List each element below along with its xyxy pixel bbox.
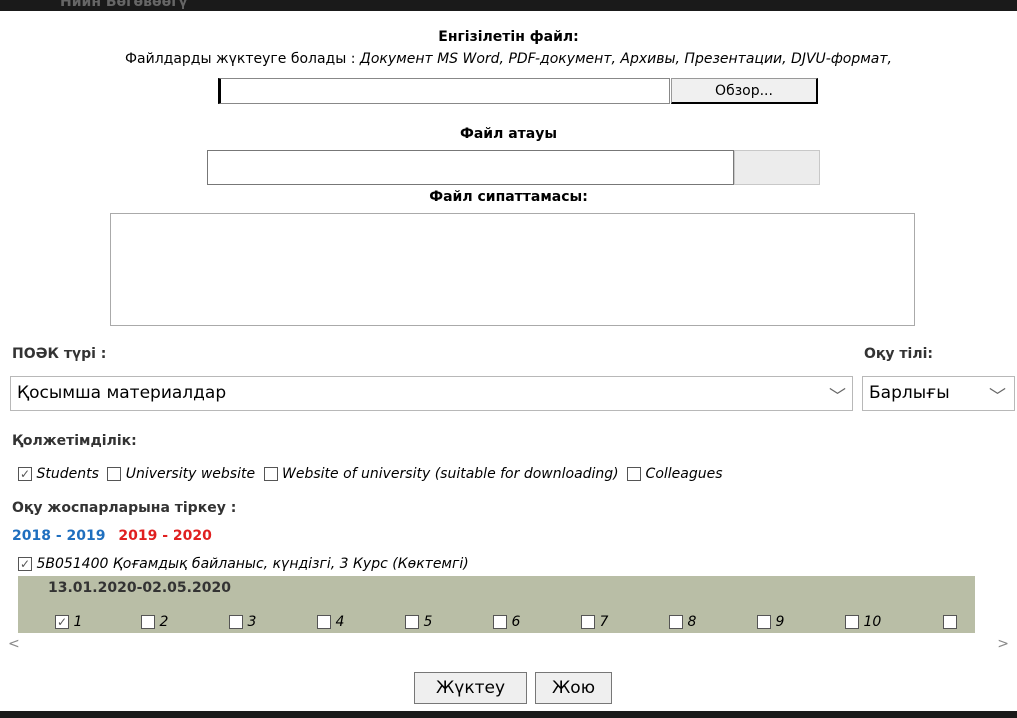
- access-checkbox-website-download[interactable]: [263, 467, 278, 481]
- week-item: 9: [757, 614, 784, 630]
- description-textarea[interactable]: [110, 213, 915, 326]
- allowed-types-line: Файлдарды жүктеуге болады : Документ MS …: [0, 51, 1017, 67]
- week-label: 8: [687, 614, 697, 630]
- week-checkbox[interactable]: [317, 615, 331, 629]
- week-label: 3: [247, 614, 257, 630]
- week-label: 10: [863, 614, 882, 630]
- access-checkbox-students[interactable]: ✓: [18, 467, 32, 481]
- week-label: 2: [159, 614, 169, 630]
- upload-button[interactable]: Жүктеу: [414, 672, 527, 704]
- week-item: 8: [669, 614, 696, 630]
- week-label: 5: [423, 614, 433, 630]
- program-label: 5В051400 Қоғамдық байланыс, күндізгі, 3 …: [36, 556, 469, 572]
- allowed-types-list: Документ MS Word, PDF-документ, Архивы, …: [359, 51, 892, 67]
- date-range: 13.01.2020-02.05.2020: [48, 580, 231, 596]
- year-link-2019[interactable]: 2019 - 2020: [118, 528, 212, 544]
- upload-title: Енгізілетін файл:: [438, 29, 579, 45]
- access-option-label: Colleagues: [645, 466, 723, 482]
- week-checkbox[interactable]: [757, 615, 771, 629]
- access-option-label: Website of university (suitable for down…: [281, 466, 619, 482]
- week-item: 6: [493, 614, 520, 630]
- poek-type-label: ПОӘК түрі :: [12, 346, 107, 362]
- scroll-right-icon[interactable]: >: [997, 636, 1009, 652]
- week-item: 7: [581, 614, 608, 630]
- program-checkbox[interactable]: ✓: [18, 557, 32, 571]
- chevron-down-icon: ﹀: [829, 387, 846, 407]
- week-label: 7: [599, 614, 609, 630]
- chevron-down-icon: ﹀: [989, 387, 1006, 407]
- access-options: ✓ Students University website Website of…: [18, 466, 727, 482]
- language-select[interactable]: Барлығы ﹀: [862, 376, 1015, 411]
- access-option-label: Students: [36, 466, 99, 482]
- week-checkbox[interactable]: [493, 615, 507, 629]
- file-name-label: Файл атауы: [459, 126, 558, 142]
- plans-label: Оқу жоспарларына тіркеу :: [12, 500, 237, 516]
- horizontal-scrollbar[interactable]: < >: [0, 636, 1017, 653]
- week-item: [943, 614, 957, 630]
- week-label: 4: [335, 614, 345, 630]
- description-label: Файл сипаттамасы:: [429, 189, 588, 205]
- access-checkbox-university-website[interactable]: [107, 467, 122, 481]
- poek-type-value: Қосымша материалдар: [17, 383, 227, 403]
- years-row: 2018 - 2019 2019 - 2020: [12, 528, 212, 544]
- bottom-bar: [0, 711, 1017, 718]
- week-checkbox[interactable]: ✓: [55, 615, 69, 629]
- delete-button[interactable]: Жою: [535, 672, 612, 704]
- allowed-types-label: Файлдарды жүктеуге болады :: [124, 51, 356, 67]
- week-checkbox[interactable]: [943, 615, 957, 629]
- file-path-field[interactable]: [218, 78, 670, 104]
- access-label: Қолжетімділік:: [12, 433, 137, 449]
- week-item: 3: [229, 614, 256, 630]
- week-checkbox[interactable]: [845, 615, 859, 629]
- week-label: 1: [73, 614, 83, 630]
- week-item: 4: [317, 614, 344, 630]
- week-item: 10: [845, 614, 881, 630]
- access-checkbox-colleagues[interactable]: [627, 467, 642, 481]
- file-name-addon: [734, 150, 820, 185]
- language-label: Оқу тілі:: [864, 346, 933, 362]
- week-checkbox[interactable]: [669, 615, 683, 629]
- file-name-input[interactable]: [207, 150, 734, 185]
- week-item: ✓ 1: [55, 614, 82, 630]
- top-bar: Нийн Бөгөвөөгү: [0, 0, 1017, 11]
- week-checkbox[interactable]: [405, 615, 419, 629]
- scroll-left-icon[interactable]: <: [8, 636, 20, 652]
- week-label: 6: [511, 614, 521, 630]
- week-item: 5: [405, 614, 432, 630]
- access-option-label: University website: [125, 466, 256, 482]
- poek-type-select[interactable]: Қосымша материалдар ﹀: [10, 376, 853, 411]
- week-checkbox[interactable]: [229, 615, 243, 629]
- week-item: 2: [141, 614, 168, 630]
- week-checkbox[interactable]: [581, 615, 595, 629]
- language-value: Барлығы: [869, 383, 950, 403]
- year-link-2018[interactable]: 2018 - 2019: [12, 528, 106, 544]
- program-row: ✓ 5В051400 Қоғамдық байланыс, күндізгі, …: [18, 556, 469, 572]
- week-checkbox[interactable]: [141, 615, 155, 629]
- header-ghost-text: Нийн Бөгөвөөгү: [60, 0, 188, 10]
- browse-button[interactable]: Обзор...: [671, 78, 818, 104]
- week-label: 9: [775, 614, 785, 630]
- weeks-panel: 13.01.2020-02.05.2020 ✓ 1 2 3 4 5 6 7 8 …: [18, 576, 975, 633]
